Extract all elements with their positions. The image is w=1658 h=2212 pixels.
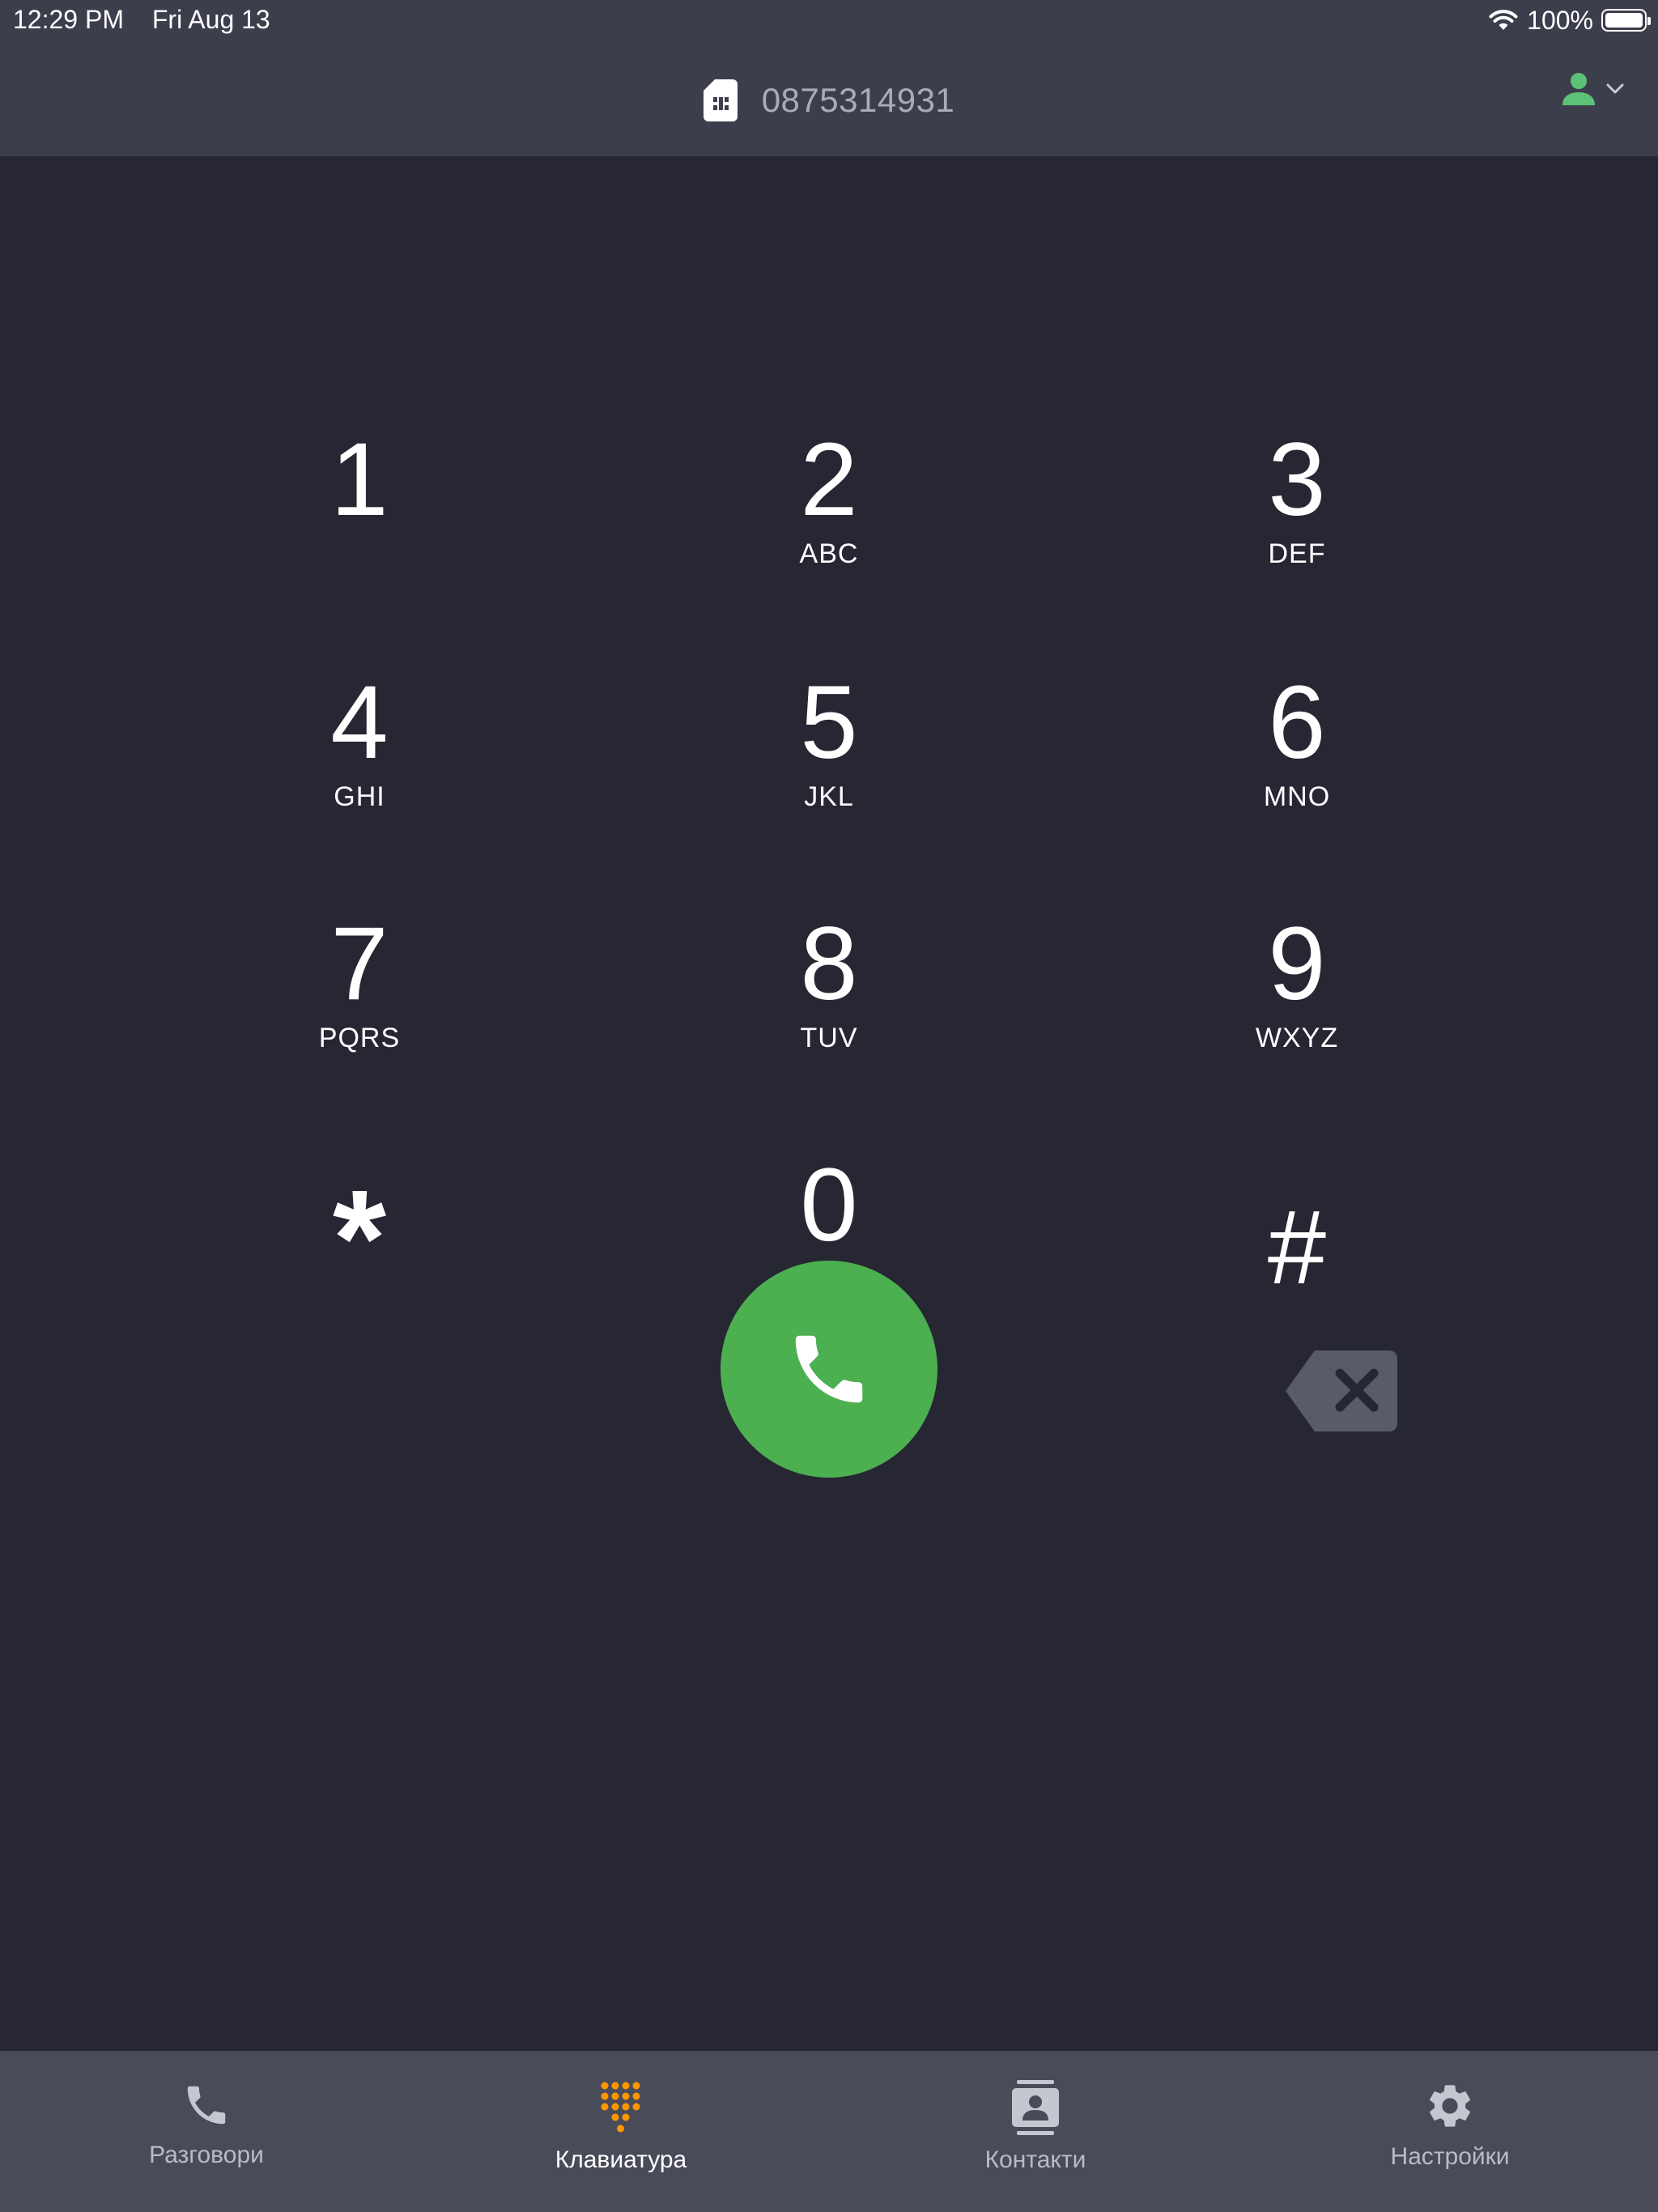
- key-digit: 3: [1268, 422, 1326, 538]
- key-digit: 6: [1268, 665, 1326, 781]
- tab-settings[interactable]: Настройки: [1329, 2080, 1571, 2171]
- dialpad-icon: [601, 2082, 640, 2133]
- key-8[interactable]: 8 TUV: [699, 912, 959, 1123]
- key-4[interactable]: 4 GHI: [230, 671, 489, 882]
- key-5[interactable]: 5 JKL: [699, 671, 959, 882]
- tab-bar: Разговори Клавиатура Контакти Настройки: [0, 2051, 1658, 2212]
- gear-icon: [1430, 2085, 1470, 2127]
- account-switcher-button[interactable]: [1561, 71, 1624, 107]
- wifi-icon: [1489, 10, 1518, 30]
- key-letters: GHI: [334, 781, 385, 812]
- key-2[interactable]: 2 ABC: [699, 428, 959, 639]
- key-letters: WXYZ: [1255, 1023, 1339, 1053]
- header: 0875314931: [0, 39, 1658, 156]
- backspace-button[interactable]: [1286, 1351, 1397, 1431]
- status-indicators: 100%: [1488, 5, 1651, 36]
- key-7[interactable]: 7 PQRS: [230, 912, 489, 1123]
- status-bar: 12:29 PM Fri Aug 13 100%: [0, 0, 1658, 39]
- person-icon: [1562, 73, 1595, 105]
- tab-label: Разговори: [149, 2142, 264, 2168]
- call-button[interactable]: [721, 1261, 937, 1478]
- key-letters: PQRS: [318, 1023, 401, 1053]
- tab-label: Клавиатура: [555, 2146, 687, 2173]
- status-time-date: 12:29 PM Fri Aug 13: [13, 5, 270, 35]
- key-letters: JKL: [804, 781, 854, 812]
- tab-contacts[interactable]: Контакти: [914, 2080, 1157, 2174]
- phone-icon: [187, 2086, 226, 2125]
- key-digit: 4: [330, 665, 389, 781]
- key-digit: 7: [330, 906, 389, 1022]
- key-digit: 1: [330, 422, 389, 538]
- key-digit: 2: [800, 422, 858, 538]
- key-letters: TUV: [800, 1023, 858, 1053]
- key-digit: *: [332, 1162, 387, 1316]
- key-digit: 0: [800, 1147, 858, 1263]
- key-1[interactable]: 1: [230, 428, 489, 639]
- key-digit: 8: [800, 906, 858, 1022]
- key-digit: #: [1267, 1188, 1327, 1306]
- key-letters: ABC: [799, 538, 859, 569]
- battery-icon: [1601, 9, 1651, 32]
- key-hash[interactable]: #: [1167, 1154, 1426, 1364]
- battery-percent: 100%: [1527, 5, 1593, 35]
- contacts-icon: [1012, 2080, 1059, 2135]
- key-star[interactable]: *: [230, 1154, 489, 1364]
- tab-label: Настройки: [1390, 2143, 1510, 2170]
- status-date: Fri Aug 13: [151, 5, 270, 34]
- status-time: 12:29 PM: [13, 5, 124, 34]
- battery-fill: [1605, 13, 1643, 28]
- key-letters: DEF: [1268, 538, 1326, 569]
- own-phone-number: 0875314931: [761, 81, 955, 119]
- tab-calls[interactable]: Разговори: [85, 2080, 328, 2169]
- tab-keypad[interactable]: Клавиатура: [500, 2080, 742, 2174]
- key-digit: 9: [1268, 906, 1326, 1022]
- key-3[interactable]: 3 DEF: [1167, 428, 1426, 639]
- key-digit: 5: [800, 665, 858, 781]
- key-6[interactable]: 6 MNO: [1167, 671, 1426, 882]
- key-letters: MNO: [1263, 781, 1331, 812]
- key-9[interactable]: 9 WXYZ: [1167, 912, 1426, 1123]
- chevron-down-icon: [1606, 83, 1624, 94]
- phone-icon: [795, 1335, 863, 1403]
- sim-card-icon: [703, 79, 738, 121]
- sim-line-selector[interactable]: 0875314931: [0, 79, 1658, 121]
- dialpad: 1 2 ABC 3 DEF 4 GHI 5 JKL 6 MNO 7 PQRS 8…: [0, 156, 1658, 2051]
- tab-label: Контакти: [984, 2146, 1086, 2173]
- backspace-icon: [1286, 1351, 1397, 1431]
